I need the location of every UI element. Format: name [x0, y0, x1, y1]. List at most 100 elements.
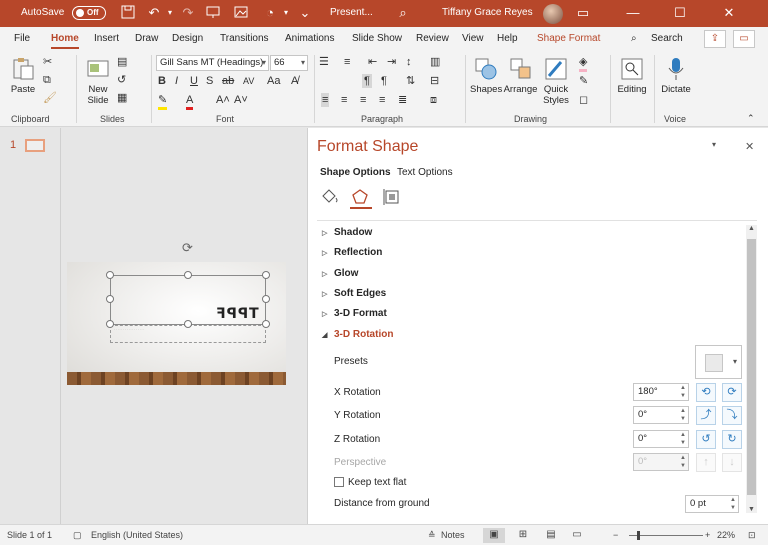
tab-file[interactable]: File — [14, 33, 30, 44]
bold-icon[interactable]: B — [158, 74, 166, 88]
highlight-icon[interactable]: ✎ — [158, 93, 168, 110]
shape-outline-icon[interactable]: ✎ — [579, 74, 588, 88]
avatar[interactable] — [543, 4, 563, 24]
z-rotation-input[interactable]: 0° ▲ ▼ — [633, 430, 689, 448]
save-icon[interactable] — [120, 5, 136, 21]
new-slide-button[interactable]: New Slide — [82, 56, 114, 106]
scrollbar-thumb[interactable] — [747, 239, 756, 495]
copy-icon[interactable]: ⧉ — [43, 73, 51, 87]
spinner-arrows-icon[interactable]: ▲ ▼ — [680, 384, 686, 400]
ribbon-display-icon[interactable]: ▭ — [575, 5, 591, 21]
spinner-arrows-icon[interactable]: ▲ ▼ — [680, 454, 686, 470]
language-label[interactable]: English (United States) — [91, 530, 183, 540]
resize-handle[interactable] — [262, 320, 270, 328]
zoom-slider-knob[interactable] — [637, 531, 640, 540]
x-rotate-left-button[interactable]: ⟲ — [696, 383, 716, 402]
grow-font-icon[interactable]: A˄ — [216, 93, 230, 107]
present-icon[interactable] — [205, 5, 221, 21]
maximize-icon[interactable]: ☐ — [672, 5, 688, 21]
close-icon[interactable]: ✕ — [721, 5, 737, 21]
tab-design[interactable]: Design — [172, 33, 203, 44]
justify-icon[interactable]: ≡ — [379, 93, 385, 107]
search-icon[interactable]: ⌕ — [395, 5, 411, 21]
tab-shape-options[interactable]: Shape Options — [320, 167, 391, 178]
autosave-toggle[interactable]: Off — [72, 6, 106, 20]
x-rotation-input[interactable]: 180° ▲ ▼ — [633, 383, 689, 401]
tab-home[interactable]: Home — [51, 33, 79, 49]
notes-icon[interactable]: ≙ — [428, 530, 436, 541]
shapes-dropdown-icon[interactable]: ▾ — [278, 5, 294, 21]
search-tab-label[interactable]: Search — [651, 33, 683, 44]
increase-indent-icon[interactable]: ⇥ — [387, 55, 396, 69]
tab-shape-format[interactable]: Shape Format — [537, 33, 600, 44]
pane-scrollbar[interactable]: ▲ ▼ — [746, 225, 757, 513]
tab-help[interactable]: Help — [497, 33, 518, 44]
slideshow-view-icon[interactable]: ▭ — [566, 528, 588, 543]
perspective-input[interactable]: 0° ▲ ▼ — [633, 453, 689, 471]
shape-effects-icon[interactable]: ◻ — [579, 93, 588, 107]
section-3d-rotation[interactable]: ◢ 3-D Rotation — [322, 329, 393, 340]
customize-qat-icon[interactable]: ⌄ — [297, 5, 313, 21]
size-properties-icon[interactable] — [382, 187, 404, 209]
shrink-font-icon[interactable]: A˅ — [234, 93, 248, 107]
slide-thumbnail[interactable] — [25, 139, 45, 152]
presets-dropdown[interactable]: ▾ — [695, 345, 742, 379]
fill-line-icon[interactable] — [320, 187, 342, 209]
rtl-icon[interactable]: ¶ — [381, 74, 387, 88]
comments-button[interactable]: ▭ — [733, 30, 755, 48]
fit-to-window-icon[interactable]: ⊡ — [748, 530, 756, 541]
notes-button[interactable]: Notes — [441, 530, 465, 540]
change-case-icon[interactable]: Aa — [267, 74, 280, 88]
editing-button[interactable]: Editing — [615, 56, 649, 95]
quick-styles-button[interactable]: Quick Styles — [539, 56, 573, 106]
scroll-down-icon[interactable]: ▼ — [746, 506, 757, 513]
undo-icon[interactable]: ↶ — [146, 5, 162, 21]
slide[interactable]: · · · · · · · · · · · · · · · · · TPPF — [67, 262, 286, 385]
resize-handle[interactable] — [106, 271, 114, 279]
redo-icon[interactable]: ↷ — [180, 5, 196, 21]
format-painter-icon[interactable]: 🖌 — [43, 91, 57, 105]
tab-draw[interactable]: Draw — [135, 33, 158, 44]
font-color-icon[interactable]: A — [186, 93, 194, 110]
underline-icon[interactable]: U — [190, 74, 198, 88]
undo-dropdown-icon[interactable]: ▾ — [162, 5, 178, 21]
spinner-arrows-icon[interactable]: ▲ ▼ — [680, 431, 686, 447]
reading-view-icon[interactable]: ▤ — [540, 528, 562, 543]
shape-fill-icon[interactable]: ◈ — [579, 55, 588, 72]
distance-input[interactable]: 0 pt ▲ ▼ — [685, 495, 739, 513]
spinner-arrows-icon[interactable]: ▲ ▼ — [680, 407, 686, 423]
keep-text-flat-checkbox[interactable] — [334, 477, 344, 487]
title-textbox[interactable]: TPPF — [110, 275, 266, 325]
dictate-button[interactable]: Dictate — [659, 56, 693, 95]
y-rotate-down-button[interactable]: ⤵ — [722, 406, 742, 425]
zoom-in-icon[interactable]: + — [705, 530, 710, 540]
tab-review[interactable]: Review — [416, 33, 449, 44]
paste-button[interactable]: Paste — [8, 56, 38, 95]
ltr-icon[interactable]: ¶ — [362, 74, 372, 88]
y-rotation-input[interactable]: 0° ▲ ▼ — [633, 406, 689, 424]
section-soft-edges[interactable]: ▷ Soft Edges — [322, 288, 386, 299]
cut-icon[interactable]: ✂ — [43, 55, 52, 69]
align-left-icon[interactable]: ≡ — [321, 93, 330, 107]
slide-sorter-icon[interactable]: ⊞ — [512, 528, 534, 543]
section-icon[interactable]: ▦ — [117, 91, 127, 105]
section-3d-format[interactable]: ▷ 3-D Format — [322, 308, 387, 319]
line-spacing-icon[interactable]: ↕ — [406, 55, 412, 69]
pane-options-icon[interactable]: ▾ — [712, 140, 716, 149]
minimize-icon[interactable]: — — [625, 5, 641, 21]
pane-close-icon[interactable]: ✕ — [745, 140, 754, 153]
spelling-icon[interactable]: ▢ — [73, 530, 82, 541]
clear-formatting-icon[interactable]: A̸ — [291, 74, 298, 88]
font-size-select[interactable]: 66 — [270, 55, 308, 71]
zoom-slider[interactable] — [629, 535, 703, 536]
shadow-text-icon[interactable]: S — [206, 74, 213, 88]
scroll-up-icon[interactable]: ▲ — [746, 225, 757, 232]
tab-view[interactable]: View — [462, 33, 484, 44]
resize-handle[interactable] — [262, 271, 270, 279]
section-glow[interactable]: ▷ Glow — [322, 268, 358, 279]
resize-handle[interactable] — [184, 320, 192, 328]
tab-insert[interactable]: Insert — [94, 33, 119, 44]
normal-view-icon[interactable]: ▣ — [483, 528, 505, 543]
resize-handle[interactable] — [262, 295, 270, 303]
section-shadow[interactable]: ▷ Shadow — [322, 227, 372, 238]
